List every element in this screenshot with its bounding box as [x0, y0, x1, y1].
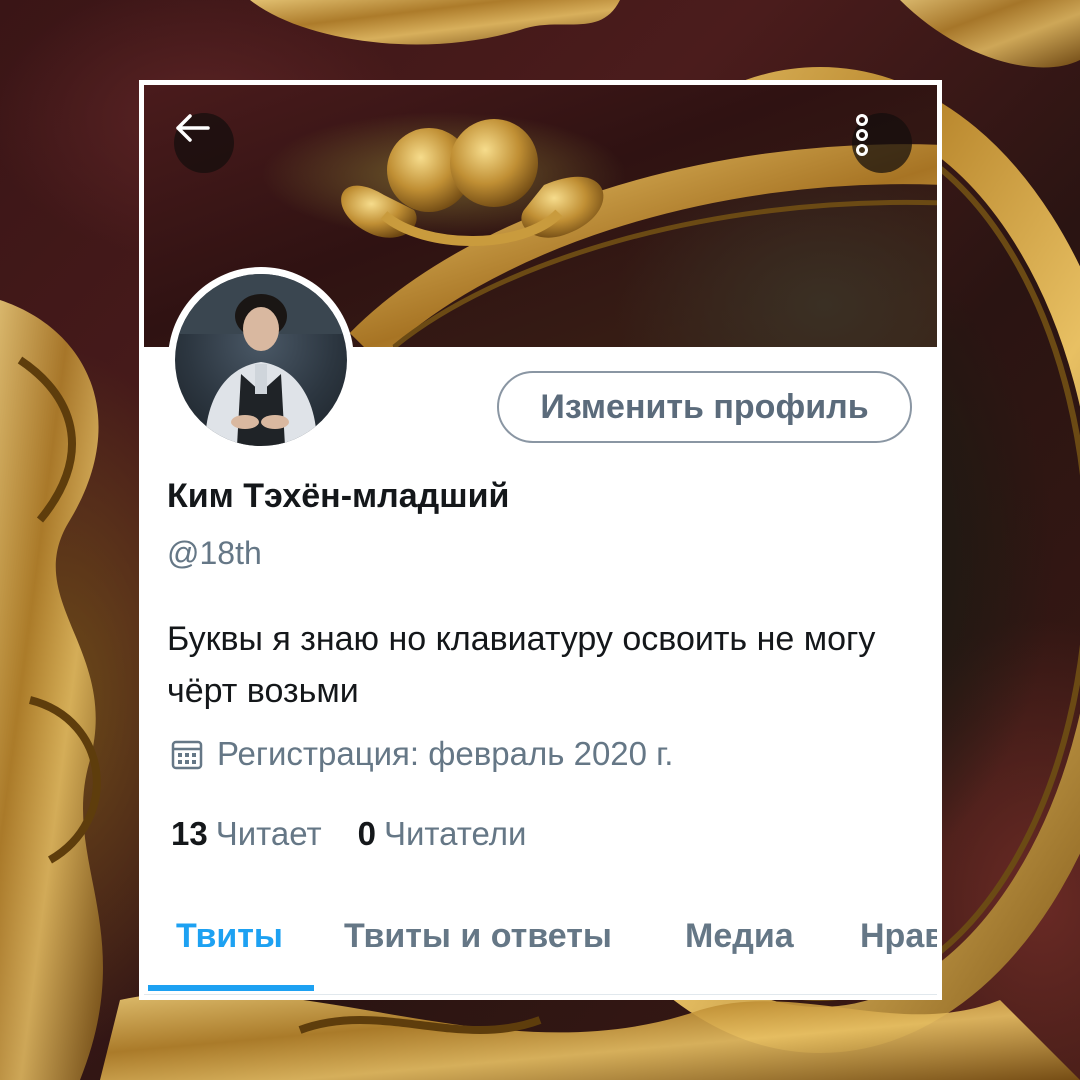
calendar-icon [171, 740, 203, 770]
following-link[interactable]: 13 Читает [171, 815, 322, 853]
arrow-left-icon [176, 114, 210, 142]
tab-media[interactable]: Медиа [685, 917, 794, 956]
profile-bio: Буквы я знаю но клавиатуру освоить не мо… [167, 620, 876, 710]
avatar[interactable] [168, 267, 354, 453]
avatar-photo [175, 274, 347, 446]
tab-likes[interactable]: Нравится [860, 917, 937, 956]
joined-date-text: Регистрация: февраль 2020 г. [217, 735, 674, 772]
display-name: Ким Тэхён-младший [167, 477, 510, 515]
more-options-button[interactable] [852, 113, 912, 173]
followers-label: Читатели [383, 815, 527, 852]
following-label: Читает [215, 815, 322, 852]
back-button[interactable] [174, 113, 234, 173]
joined-date: Регистрация: февраль 2020 г. [171, 735, 673, 773]
tab-tweets[interactable]: Твиты [176, 917, 283, 956]
profile-tabs: Твиты Твиты и ответы Медиа Нравится [144, 891, 937, 995]
profile-card: Изменить профиль Ким Тэхён-младший @18th… [139, 80, 942, 1000]
followers-count: 0 [357, 815, 376, 852]
vertical-dots-icon [856, 114, 868, 156]
following-count: 13 [171, 815, 208, 852]
followers-link[interactable]: 0 Читатели [358, 815, 527, 853]
avatar-portrait [175, 274, 347, 446]
edit-profile-button[interactable]: Изменить профиль [497, 371, 912, 443]
tab-tweets-and-replies[interactable]: Твиты и ответы [344, 917, 612, 956]
username-handle: @18th [167, 535, 262, 571]
follow-stats: 13 Читает 0 Читатели [171, 815, 562, 853]
active-tab-indicator [148, 985, 314, 991]
